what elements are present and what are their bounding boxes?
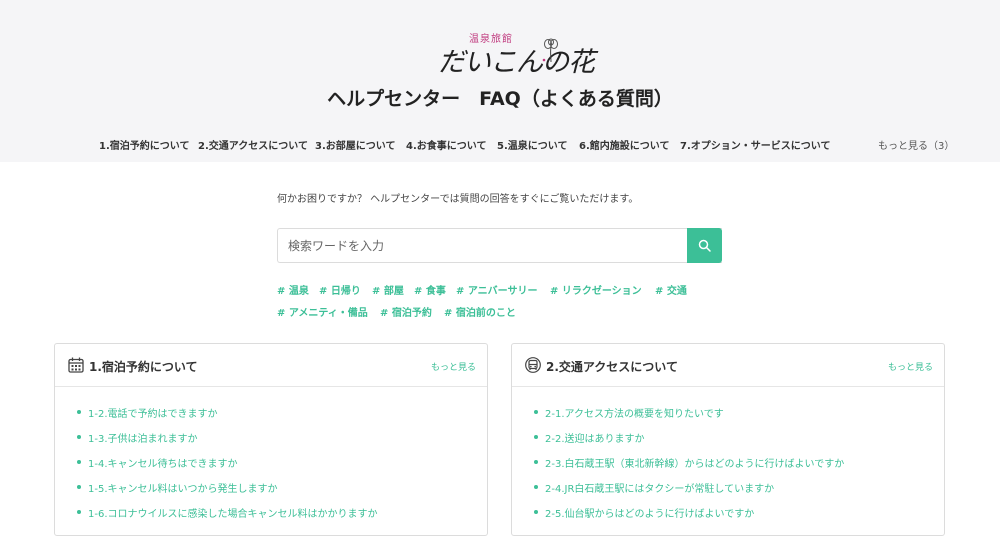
tag-relaxation[interactable]: # リラクゼーション [550, 282, 642, 297]
tag-before-stay[interactable]: # 宿泊前のこと [444, 304, 516, 319]
search-icon [698, 239, 711, 252]
calendar-icon [68, 357, 84, 373]
faq-card-access: 2.交通アクセスについて もっと見る 2-1.アクセス方法の概要を知りたいです … [511, 343, 945, 536]
faq-link[interactable]: 1-5.キャンセル料はいつから発生しますか [77, 480, 378, 505]
faq-list: 2-1.アクセス方法の概要を知りたいです 2-2.送迎はありますか 2-3.白石… [534, 405, 844, 530]
flower-icon [542, 38, 558, 63]
nav-item-onsen[interactable]: 5.温泉について [497, 137, 567, 152]
logo-main-text: だいこんの花 [438, 47, 595, 78]
card-more-link[interactable]: もっと見る [431, 360, 476, 373]
intro-text: 何かお困りですか？ ヘルプセンターでは質問の回答をすぐにご覧いただけます。 [277, 194, 639, 205]
card-title: 2.交通アクセスについて [546, 360, 678, 374]
page-title: ヘルプセンター FAQ（よくある質問） [327, 88, 673, 110]
tag-day-trip[interactable]: # 日帰り [319, 282, 361, 297]
tag-room[interactable]: # 部屋 [372, 282, 404, 297]
nav-item-reservation[interactable]: 1.宿泊予約について [99, 137, 189, 152]
faq-link[interactable]: 1-4.キャンセル待ちはできますか [77, 455, 378, 480]
faq-list: 1-2.電話で予約はできますか 1-3.子供は泊まれますか 1-4.キャンセル待… [77, 405, 378, 530]
tag-onsen[interactable]: # 温泉 [277, 282, 309, 297]
nav-item-options[interactable]: 7.オプション・サービスについて [680, 137, 830, 152]
logo[interactable]: 温泉旅館 だいこんの花 [436, 30, 595, 80]
card-header: 1.宿泊予約について もっと見る [55, 344, 487, 387]
nav-item-access[interactable]: 2.交通アクセスについて [198, 137, 308, 152]
faq-link[interactable]: 1-2.電話で予約はできますか [77, 405, 378, 430]
tag-meal[interactable]: # 食事 [414, 282, 446, 297]
nav-item-rooms[interactable]: 3.お部屋について [315, 137, 395, 152]
faq-link[interactable]: 2-5.仙台駅からはどのように行けばよいですか [534, 505, 844, 530]
header: 温泉旅館 だいこんの花 ヘルプセンター FAQ（よくある質問） 1.宿泊予約につ… [0, 0, 1000, 162]
nav-item-facilities[interactable]: 6.館内施設について [579, 137, 669, 152]
card-title: 1.宿泊予約について [89, 360, 198, 374]
card-more-link[interactable]: もっと見る [888, 360, 933, 373]
faq-card-reservation: 1.宿泊予約について もっと見る 1-2.電話で予約はできますか 1-3.子供は… [54, 343, 488, 536]
faq-link[interactable]: 2-1.アクセス方法の概要を知りたいです [534, 405, 844, 430]
search-input[interactable] [288, 229, 688, 262]
faq-link[interactable]: 2-3.白石蔵王駅（東北新幹線）からはどのように行けばよいですか [534, 455, 844, 480]
faq-link[interactable]: 1-6.コロナウイルスに感染した場合キャンセル料はかかりますか [77, 505, 378, 530]
tag-reservation[interactable]: # 宿泊予約 [380, 304, 432, 319]
card-header: 2.交通アクセスについて もっと見る [512, 344, 944, 387]
faq-link[interactable]: 1-3.子供は泊まれますか [77, 430, 378, 455]
search-button[interactable] [687, 228, 722, 263]
bus-icon [525, 357, 541, 373]
nav-item-meals[interactable]: 4.お食事について [406, 137, 486, 152]
search-box [277, 228, 722, 263]
faq-link[interactable]: 2-4.JR白石蔵王駅にはタクシーが常駐していますか [534, 480, 844, 505]
faq-link[interactable]: 2-2.送迎はありますか [534, 430, 844, 455]
tag-transport[interactable]: # 交通 [655, 282, 687, 297]
tag-amenities[interactable]: # アメニティ・備品 [277, 304, 368, 319]
tag-anniversary[interactable]: # アニバーサリー [456, 282, 537, 297]
nav-more-link[interactable]: もっと見る（3） [878, 137, 954, 152]
category-nav: 1.宿泊予約について 2.交通アクセスについて 3.お部屋について 4.お食事に… [0, 137, 1000, 153]
